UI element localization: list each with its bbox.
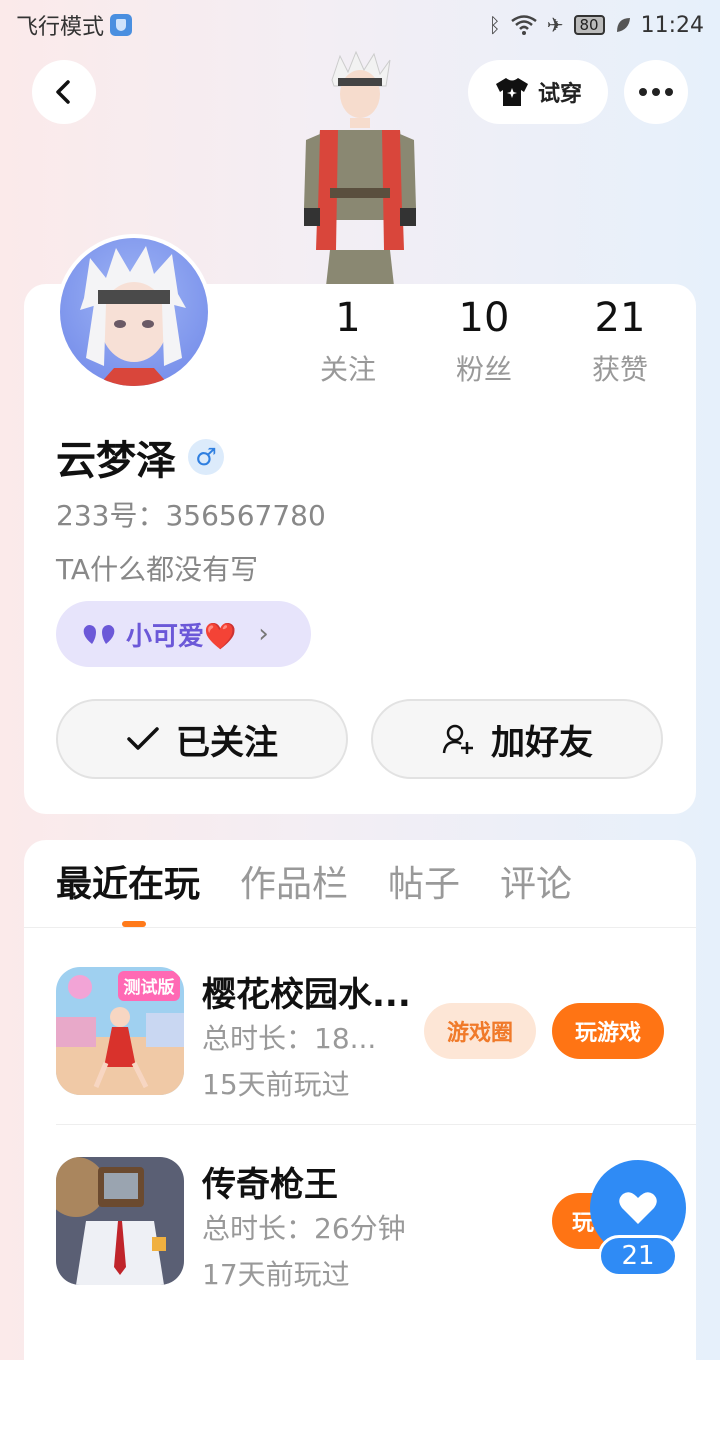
check-icon [127, 727, 159, 750]
profile-tabs: 最近在玩 作品栏 帖子 评论 [56, 860, 572, 910]
tshirt-icon [495, 78, 528, 106]
stat-likes[interactable]: 21 获赞 [552, 294, 688, 388]
tab-comments[interactable]: 评论 [500, 860, 572, 910]
game-list-item[interactable]: 传奇枪王 总时长：26分钟 17天前玩过 玩 [56, 1157, 676, 1291]
chevron-right-icon: › [258, 619, 269, 649]
more-dot-icon [639, 88, 647, 96]
list-divider [56, 1124, 696, 1125]
clock: 11:24 [640, 12, 704, 38]
more-dot-icon [652, 88, 660, 96]
add-friend-label: 加好友 [491, 722, 593, 763]
legend-gun-king-thumbnail [56, 1157, 184, 1285]
fans-label: 粉丝 [455, 353, 512, 386]
airplane-icon: ✈ [546, 13, 564, 37]
game-circle-button[interactable]: 游戏圈 [424, 1003, 536, 1059]
heart-tag-icon [83, 625, 115, 644]
tab-posts[interactable]: 帖子 [388, 860, 460, 910]
stat-following[interactable]: 1 关注 [280, 294, 416, 388]
like-count-badge: 21 [598, 1235, 678, 1277]
likes-count: 21 [594, 295, 646, 341]
game-thumbnail: 测试版 [56, 967, 184, 1095]
status-bar: 飞行模式 ᛒ ✈ 80 11:24 [0, 0, 720, 50]
game-list-item[interactable]: 测试版 樱花校园水... 总时长：18... 15天前玩过 游戏圈 玩游戏 [56, 967, 676, 1101]
followed-button[interactable]: 已关注 [56, 699, 348, 779]
avatar-portrait [80, 246, 186, 386]
back-button[interactable] [32, 60, 96, 124]
add-user-icon [442, 724, 473, 754]
game-last-played: 17天前玩过 [202, 1258, 350, 1291]
avatar-character-figure [304, 50, 416, 286]
following-label: 关注 [319, 353, 376, 386]
bluetooth-icon: ᛒ [488, 13, 501, 37]
game-duration: 总时长：18... [202, 1022, 377, 1055]
shield-icon [110, 14, 133, 36]
add-friend-button[interactable]: 加好友 [371, 699, 663, 779]
tab-recently-played[interactable]: 最近在玩 [56, 860, 200, 910]
test-version-badge: 测试版 [124, 977, 175, 998]
avatar[interactable] [56, 234, 212, 390]
more-dot-icon [665, 88, 673, 96]
followed-label: 已关注 [176, 722, 278, 763]
game-duration: 总时长：26分钟 [202, 1212, 406, 1245]
likes-label: 获赞 [591, 353, 648, 386]
more-options-button[interactable] [624, 60, 688, 124]
leaf-icon [616, 18, 630, 32]
try-on-label: 试穿 [537, 82, 582, 107]
user-id: 233号：356567780 [56, 499, 326, 532]
fans-count: 10 [458, 295, 510, 341]
username-text: 云梦泽 [56, 438, 176, 484]
tab-works[interactable]: 作品栏 [240, 860, 348, 910]
sakura-school-thumbnail: 测试版 [56, 967, 184, 1095]
profile-tag-label: 小可爱❤️ [126, 621, 237, 652]
game-last-played: 15天前玩过 [202, 1068, 350, 1101]
profile-tag-pill[interactable]: 小可爱❤️ › [56, 601, 311, 667]
username: 云梦泽 ♂ [56, 428, 224, 486]
game-thumbnail [56, 1157, 184, 1285]
battery-indicator: 80 [573, 15, 605, 35]
game-name: 传奇枪王 [202, 1165, 338, 1205]
male-gender-icon: ♂ [188, 439, 224, 475]
profile-stats: 1 关注 10 粉丝 21 获赞 [280, 294, 690, 388]
user-bio: TA什么都没有写 [56, 553, 259, 586]
play-game-button[interactable]: 玩游戏 [552, 1003, 664, 1059]
game-name: 樱花校园水... [202, 975, 411, 1015]
stat-fans[interactable]: 10 粉丝 [416, 294, 552, 388]
tab-divider [24, 927, 696, 928]
heart-icon [619, 1192, 657, 1224]
try-on-button[interactable]: 试穿 [468, 60, 608, 124]
following-count: 1 [335, 295, 361, 341]
avatar-image [60, 238, 208, 386]
airplane-mode-label: 飞行模式 [16, 15, 105, 40]
chevron-left-icon [56, 80, 70, 104]
wifi-icon [510, 15, 537, 35]
